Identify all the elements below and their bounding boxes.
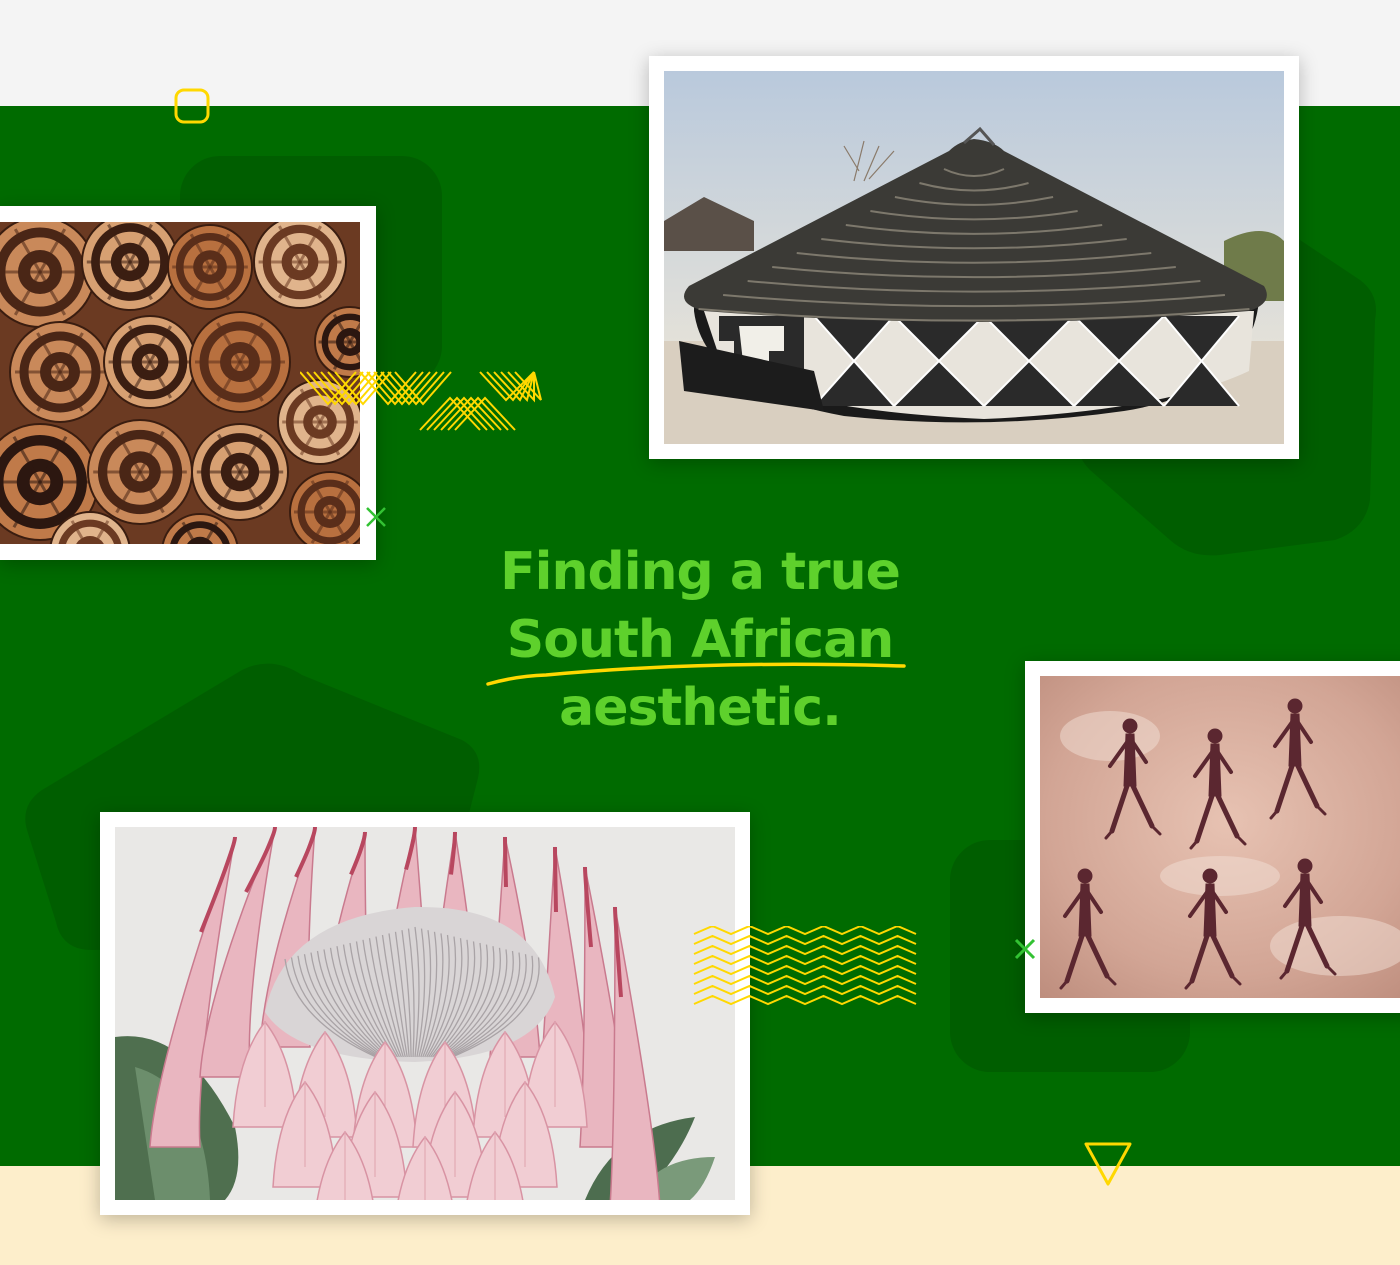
chevron-pattern-icon bbox=[300, 371, 542, 431]
rock-art-photo bbox=[1040, 676, 1400, 998]
headline-underline-icon bbox=[486, 662, 906, 686]
zigzag-pattern-icon bbox=[693, 926, 917, 1006]
x-mark-icon bbox=[1014, 938, 1036, 960]
painted-hut-frame bbox=[649, 56, 1299, 459]
rounded-square-outline-icon bbox=[174, 88, 210, 124]
x-mark-icon bbox=[366, 507, 386, 527]
triangle-outline-icon bbox=[1084, 1142, 1132, 1186]
rock-art-frame bbox=[1025, 661, 1400, 1013]
headline: Finding a true South African aesthetic. bbox=[460, 538, 940, 742]
headline-line-1: Finding a true bbox=[500, 542, 901, 602]
king-protea-flower-photo bbox=[115, 827, 735, 1200]
king-protea-frame bbox=[100, 812, 750, 1215]
painted-rondavel-hut-photo bbox=[664, 71, 1284, 444]
